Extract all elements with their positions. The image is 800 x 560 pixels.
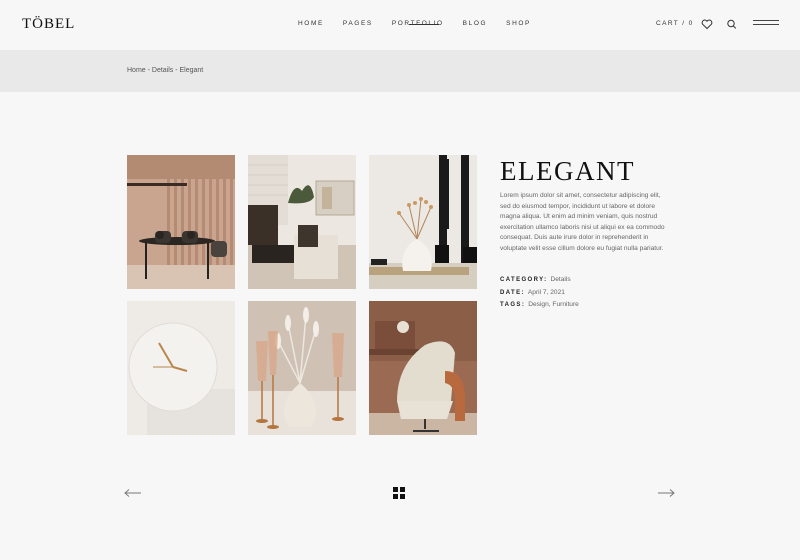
breadcrumb-bar: Home - Details - Elegant xyxy=(0,50,800,92)
date-label: DATE: xyxy=(500,290,525,296)
table-vase-glasses-image[interactable] xyxy=(248,301,356,435)
dining-room-image[interactable] xyxy=(127,155,235,289)
wall-clock-image[interactable] xyxy=(127,301,235,435)
meta-tags: TAGS: Design, Furniture xyxy=(500,301,579,308)
meta-category: CATEGORY: Details xyxy=(500,276,571,283)
search-icon[interactable] xyxy=(725,17,739,31)
nav-home[interactable]: HOME xyxy=(298,20,324,27)
site-logo[interactable]: TÖBEL xyxy=(22,16,75,33)
site-header: TÖBEL HOME PAGES PORTFOLIO BLOG SHOP CAR… xyxy=(0,0,800,50)
nav-shop[interactable]: SHOP xyxy=(506,20,531,27)
arrow-right-icon[interactable] xyxy=(657,485,675,497)
living-room-image[interactable] xyxy=(248,155,356,289)
grid-icon[interactable] xyxy=(393,487,405,499)
arrow-left-icon[interactable] xyxy=(124,485,142,497)
armchair-corner-image[interactable] xyxy=(369,301,477,435)
nav-portfolio[interactable]: PORTFOLIO xyxy=(392,20,444,27)
tags-label: TAGS: xyxy=(500,302,526,308)
main-nav: HOME PAGES PORTFOLIO BLOG SHOP xyxy=(298,20,550,27)
category-value[interactable]: Details xyxy=(551,276,571,283)
nav-pages[interactable]: PAGES xyxy=(343,20,373,27)
vase-flowers-image[interactable] xyxy=(369,155,477,289)
nav-blog[interactable]: BLOG xyxy=(463,20,487,27)
hamburger-icon[interactable] xyxy=(753,20,779,28)
cart-link[interactable]: CART / 0 xyxy=(656,20,694,27)
category-label: CATEGORY: xyxy=(500,277,548,283)
meta-date: DATE: April 7, 2021 xyxy=(500,289,565,296)
heart-icon[interactable] xyxy=(700,17,714,31)
breadcrumb: Home - Details - Elegant xyxy=(127,67,204,74)
date-value: April 7, 2021 xyxy=(527,289,565,296)
project-title: ELEGANT xyxy=(500,156,635,186)
project-description: Lorem ipsum dolor sit amet, consectetur … xyxy=(500,192,665,252)
tags-value[interactable]: Design, Furniture xyxy=(528,301,579,308)
